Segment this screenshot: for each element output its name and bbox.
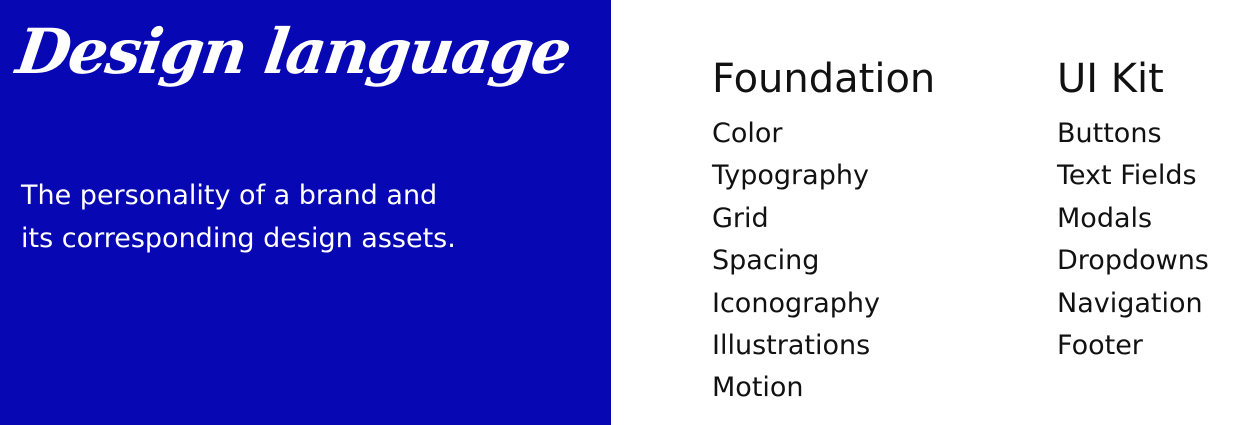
design-language-page: Design language The personality of a bra…	[0, 0, 1251, 425]
foundation-menu: Foundation Color Typography Grid Spacing…	[712, 52, 935, 410]
ui-kit-heading: UI Kit	[1057, 56, 1164, 102]
foundation-item-color[interactable]: Color	[712, 113, 935, 155]
foundation-item-typography[interactable]: Typography	[712, 155, 935, 197]
foundation-item-motion[interactable]: Motion	[712, 367, 935, 409]
ui-kit-list: Buttons Text Fields Modals Dropdowns Nav…	[1057, 113, 1209, 367]
foundation-item-iconography[interactable]: Iconography	[712, 283, 935, 325]
foundation-item-grid[interactable]: Grid	[712, 198, 935, 240]
ui-kit-item-dropdowns[interactable]: Dropdowns	[1057, 240, 1209, 282]
foundation-item-illustrations[interactable]: Illustrations	[712, 325, 935, 367]
ui-kit-item-buttons[interactable]: Buttons	[1057, 113, 1209, 155]
hero-description: The personality of a brand and its corre…	[21, 180, 456, 254]
ui-kit-menu: UI Kit Buttons Text Fields Modals Dropdo…	[1057, 52, 1209, 367]
foundation-item-spacing[interactable]: Spacing	[712, 240, 935, 282]
ui-kit-item-text-fields[interactable]: Text Fields	[1057, 155, 1209, 197]
foundation-list: Color Typography Grid Spacing Iconograph…	[712, 113, 935, 410]
hero-title: Design language	[12, 15, 575, 88]
hero-panel: Design language The personality of a bra…	[0, 0, 611, 425]
ui-kit-item-modals[interactable]: Modals	[1057, 198, 1209, 240]
ui-kit-item-footer[interactable]: Footer	[1057, 325, 1209, 367]
ui-kit-item-navigation[interactable]: Navigation	[1057, 283, 1209, 325]
foundation-heading: Foundation	[712, 56, 936, 102]
